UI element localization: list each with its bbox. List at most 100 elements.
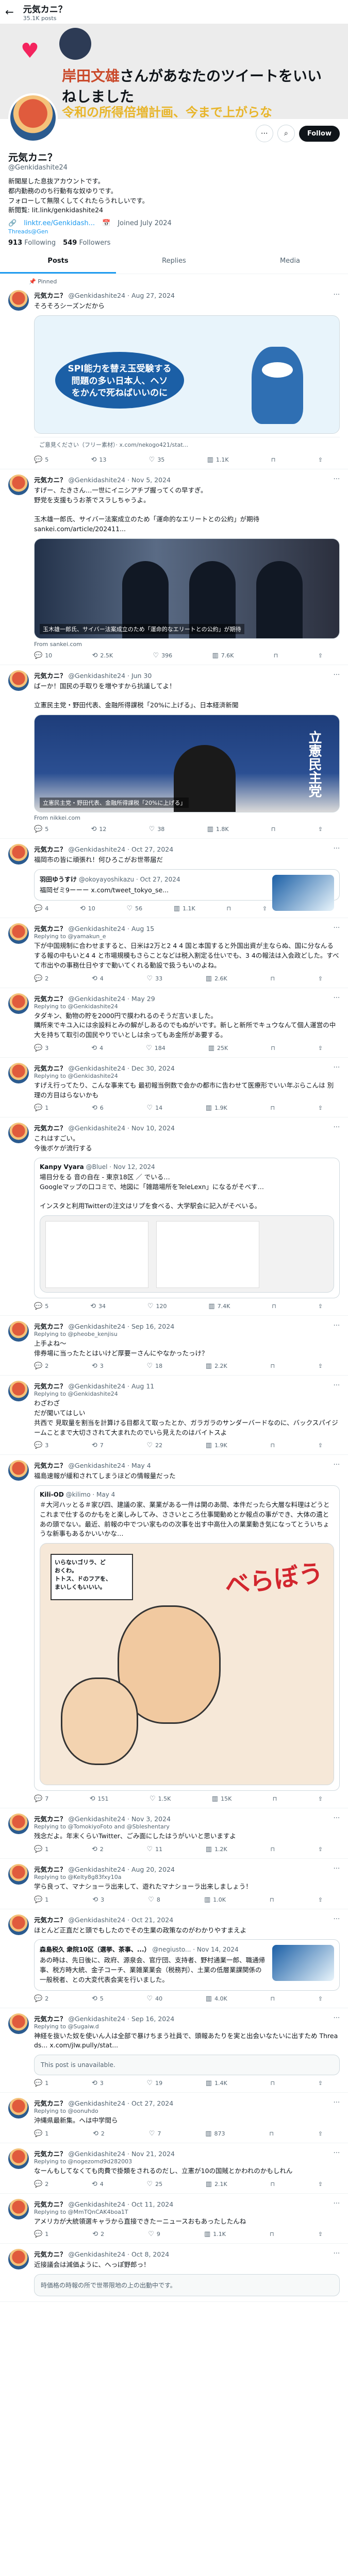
- bookmark-button[interactable]: ⊓: [271, 456, 276, 464]
- tweet-avatar[interactable]: [8, 670, 29, 691]
- tweet-image[interactable]: 玉木雄一郎氏、サイバー法案成立のため「運命的なエリートとの公約」が期待: [34, 538, 340, 639]
- like-button[interactable]: ♡ 8: [148, 1896, 160, 1904]
- tweet-avatar[interactable]: [8, 2148, 29, 2169]
- views-button[interactable]: ▥ 1.1K: [174, 905, 195, 912]
- share-icon[interactable]: ⇪: [318, 1896, 323, 1904]
- tweet-author-name[interactable]: 元気カニ？: [34, 1462, 67, 1469]
- reply-button[interactable]: 💬 1: [34, 1104, 48, 1112]
- repost-button[interactable]: ⟲ 13: [91, 456, 106, 464]
- tweet[interactable]: ⋯ 元気カニ？ @Genkidashite24 · Nov 10, 2024 これはす…: [0, 1117, 348, 1316]
- quoted-author[interactable]: 羽田ゆうすけ: [40, 876, 77, 883]
- reply-button[interactable]: 💬 4: [34, 905, 48, 912]
- tweet-avatar[interactable]: [8, 923, 29, 944]
- views-button[interactable]: ▥ 2.1K: [206, 2180, 227, 2188]
- tweet-author-name[interactable]: 元気カニ？: [34, 1064, 67, 1072]
- bookmark-button[interactable]: ⊓: [274, 652, 278, 659]
- repost-button[interactable]: ⟲ 4: [92, 975, 104, 982]
- tweet-avatar[interactable]: [8, 1460, 29, 1481]
- repost-button[interactable]: ⟲ 2: [93, 2130, 105, 2138]
- tweet-avatar[interactable]: [8, 1062, 29, 1083]
- tweet-avatar[interactable]: [8, 2198, 29, 2219]
- link-source[interactable]: From sankei.com: [34, 641, 340, 648]
- like-button[interactable]: ♡ 11: [146, 1845, 162, 1853]
- tweet[interactable]: ⋯ 元気カニ？ @Genkidashite24 · Aug 27, 2024 そろそろ…: [0, 285, 348, 469]
- reply-button[interactable]: 💬 2: [34, 1362, 48, 1370]
- reply-button[interactable]: 💬 1: [34, 2230, 48, 2238]
- tweet[interactable]: ⋯ 元気カニ？ @Genkidashite24 · May 29 Replying t…: [0, 988, 348, 1058]
- more-icon[interactable]: ⋯: [334, 2148, 340, 2156]
- tweet[interactable]: ⋯ 元気カニ？ @Genkidashite24 · Oct 27, 2024 Repl…: [0, 2093, 348, 2143]
- tweet[interactable]: ⋯ 元気カニ？ @Genkidashite24 · Sep 16, 2024 Repl…: [0, 1316, 348, 1376]
- more-icon[interactable]: ⋯: [334, 1460, 340, 1468]
- share-icon[interactable]: ⇪: [262, 905, 267, 912]
- views-button[interactable]: ▥ 4.0K: [206, 1995, 227, 2003]
- more-icon[interactable]: ⋯: [255, 125, 273, 142]
- tab-posts[interactable]: Posts: [0, 250, 116, 274]
- bookmark-button[interactable]: ⊓: [270, 2180, 275, 2188]
- views-button[interactable]: ▥ 873: [205, 2130, 225, 2138]
- like-button[interactable]: ♡ 38: [149, 825, 165, 833]
- tweet-author-name[interactable]: 元気カニ？: [34, 672, 67, 680]
- tweet-author-name[interactable]: 元気カニ？: [34, 2200, 67, 2208]
- bookmark-button[interactable]: ⊓: [269, 2130, 274, 2138]
- quoted-author[interactable]: Kili-OD: [40, 1491, 64, 1498]
- tab-replies[interactable]: Replies: [116, 250, 232, 274]
- more-icon[interactable]: ⋯: [334, 1814, 340, 1821]
- profile-website-sub[interactable]: Threads@Gen: [8, 228, 340, 235]
- more-icon[interactable]: ⋯: [334, 1864, 340, 1872]
- tweet-author-name[interactable]: 元気カニ？: [34, 925, 67, 933]
- profile-website[interactable]: linktr.ee/Genkidash...: [24, 219, 95, 227]
- share-icon[interactable]: ⇪: [318, 975, 323, 982]
- quoted-tweet[interactable]: Kanpy Vyara @Bluel · Nov 12, 2024 場目分をる 音…: [34, 1157, 340, 1298]
- like-button[interactable]: ♡ 25: [146, 2180, 162, 2188]
- bookmark-button[interactable]: ⊓: [270, 1995, 275, 2003]
- tweet[interactable]: ⋯ 元気カニ？ @Genkidashite24 · Nov 5, 2024 すげー、た…: [0, 469, 348, 665]
- tweet-avatar[interactable]: [8, 290, 29, 311]
- tweet-author-name[interactable]: 元気カニ？: [34, 2015, 67, 2023]
- share-icon[interactable]: ⇪: [318, 652, 323, 659]
- bookmark-button[interactable]: ⊓: [270, 1896, 274, 1904]
- views-button[interactable]: ▥ 1.9K: [206, 1442, 227, 1449]
- quoted-tweet[interactable]: 羽田ゆうすけ @okoyayoshikazu · Oct 27, 2024 福岡ゼ…: [34, 869, 340, 911]
- tab-media[interactable]: Media: [232, 250, 348, 274]
- like-button[interactable]: ♡ 7: [149, 2130, 161, 2138]
- share-icon[interactable]: ⇪: [318, 1795, 323, 1803]
- tweet-author-name[interactable]: 元気カニ？: [34, 845, 67, 853]
- share-icon[interactable]: ⇪: [318, 2230, 323, 2238]
- views-button[interactable]: ▥ 7.6K: [212, 652, 234, 659]
- bookmark-button[interactable]: ⊓: [271, 1044, 275, 1052]
- like-button[interactable]: ♡ 56: [126, 905, 142, 912]
- like-button[interactable]: ♡ 184: [146, 1044, 165, 1052]
- repost-button[interactable]: ⟲ 7: [92, 1442, 104, 1449]
- reply-button[interactable]: 💬 5: [34, 456, 48, 464]
- more-icon[interactable]: ⋯: [334, 2098, 340, 2106]
- more-icon[interactable]: ⋯: [334, 1381, 340, 1388]
- views-button[interactable]: ▥ 1.2K: [206, 1845, 227, 1853]
- reply-button[interactable]: 💬 3: [34, 1442, 48, 1449]
- tweet[interactable]: ⋯ 元気カニ？ @Genkidashite24 · Nov 21, 2024 Repl…: [0, 2143, 348, 2194]
- bookmark-button[interactable]: ⊓: [270, 1362, 275, 1370]
- bookmark-button[interactable]: ⊓: [270, 2079, 275, 2087]
- tweet[interactable]: ⋯ 元気カニ？ @Genkidashite24 · Aug 11 Replying t…: [0, 1376, 348, 1455]
- tweet[interactable]: ⋯ 元気カニ？ @Genkidashite24 · Dec 30, 2024 Repl…: [0, 1058, 348, 1118]
- repost-button[interactable]: ⟲ 4: [92, 2180, 104, 2188]
- more-icon[interactable]: ⋯: [334, 1063, 340, 1071]
- tweet-avatar[interactable]: [8, 1914, 29, 1935]
- more-icon[interactable]: ⋯: [334, 1321, 340, 1329]
- more-icon[interactable]: ⋯: [334, 2013, 340, 2021]
- views-button[interactable]: ▥ 1.4K: [206, 2079, 227, 2087]
- tweet-author-name[interactable]: 元気カニ？: [34, 2150, 67, 2158]
- bookmark-button[interactable]: ⊓: [270, 2230, 274, 2238]
- tweet-image[interactable]: SPI能力を替え玉受験する 問題の多い日本人、ヘソ をかんで死ねばいいのに: [34, 315, 340, 434]
- tweet-avatar[interactable]: [8, 1320, 29, 1342]
- quoted-image[interactable]: [40, 1215, 334, 1293]
- reply-button[interactable]: 💬 7: [34, 1795, 48, 1803]
- share-icon[interactable]: ⇪: [318, 1995, 323, 2003]
- tweet[interactable]: ⋯ 元気カニ？ @Genkidashite24 · Oct 27, 2024 福岡市の…: [0, 839, 348, 919]
- like-button[interactable]: ♡ 18: [146, 1362, 162, 1370]
- tweet[interactable]: ⋯ 元気カニ？ @Genkidashite24 · Jun 30 ばーか！国民の手取り…: [0, 665, 348, 839]
- bookmark-button[interactable]: ⊓: [272, 1302, 276, 1310]
- quoted-tweet[interactable]: 森島税久 衆院10区（選挙、茶事、...） @negiusto... · Nov…: [34, 1939, 340, 1991]
- tweet[interactable]: ⋯ 元気カニ？ @Genkidashite24 · Oct 8, 2024 近接議会は…: [0, 2244, 348, 2302]
- tweet-author-name[interactable]: 元気カニ？: [34, 1124, 67, 1132]
